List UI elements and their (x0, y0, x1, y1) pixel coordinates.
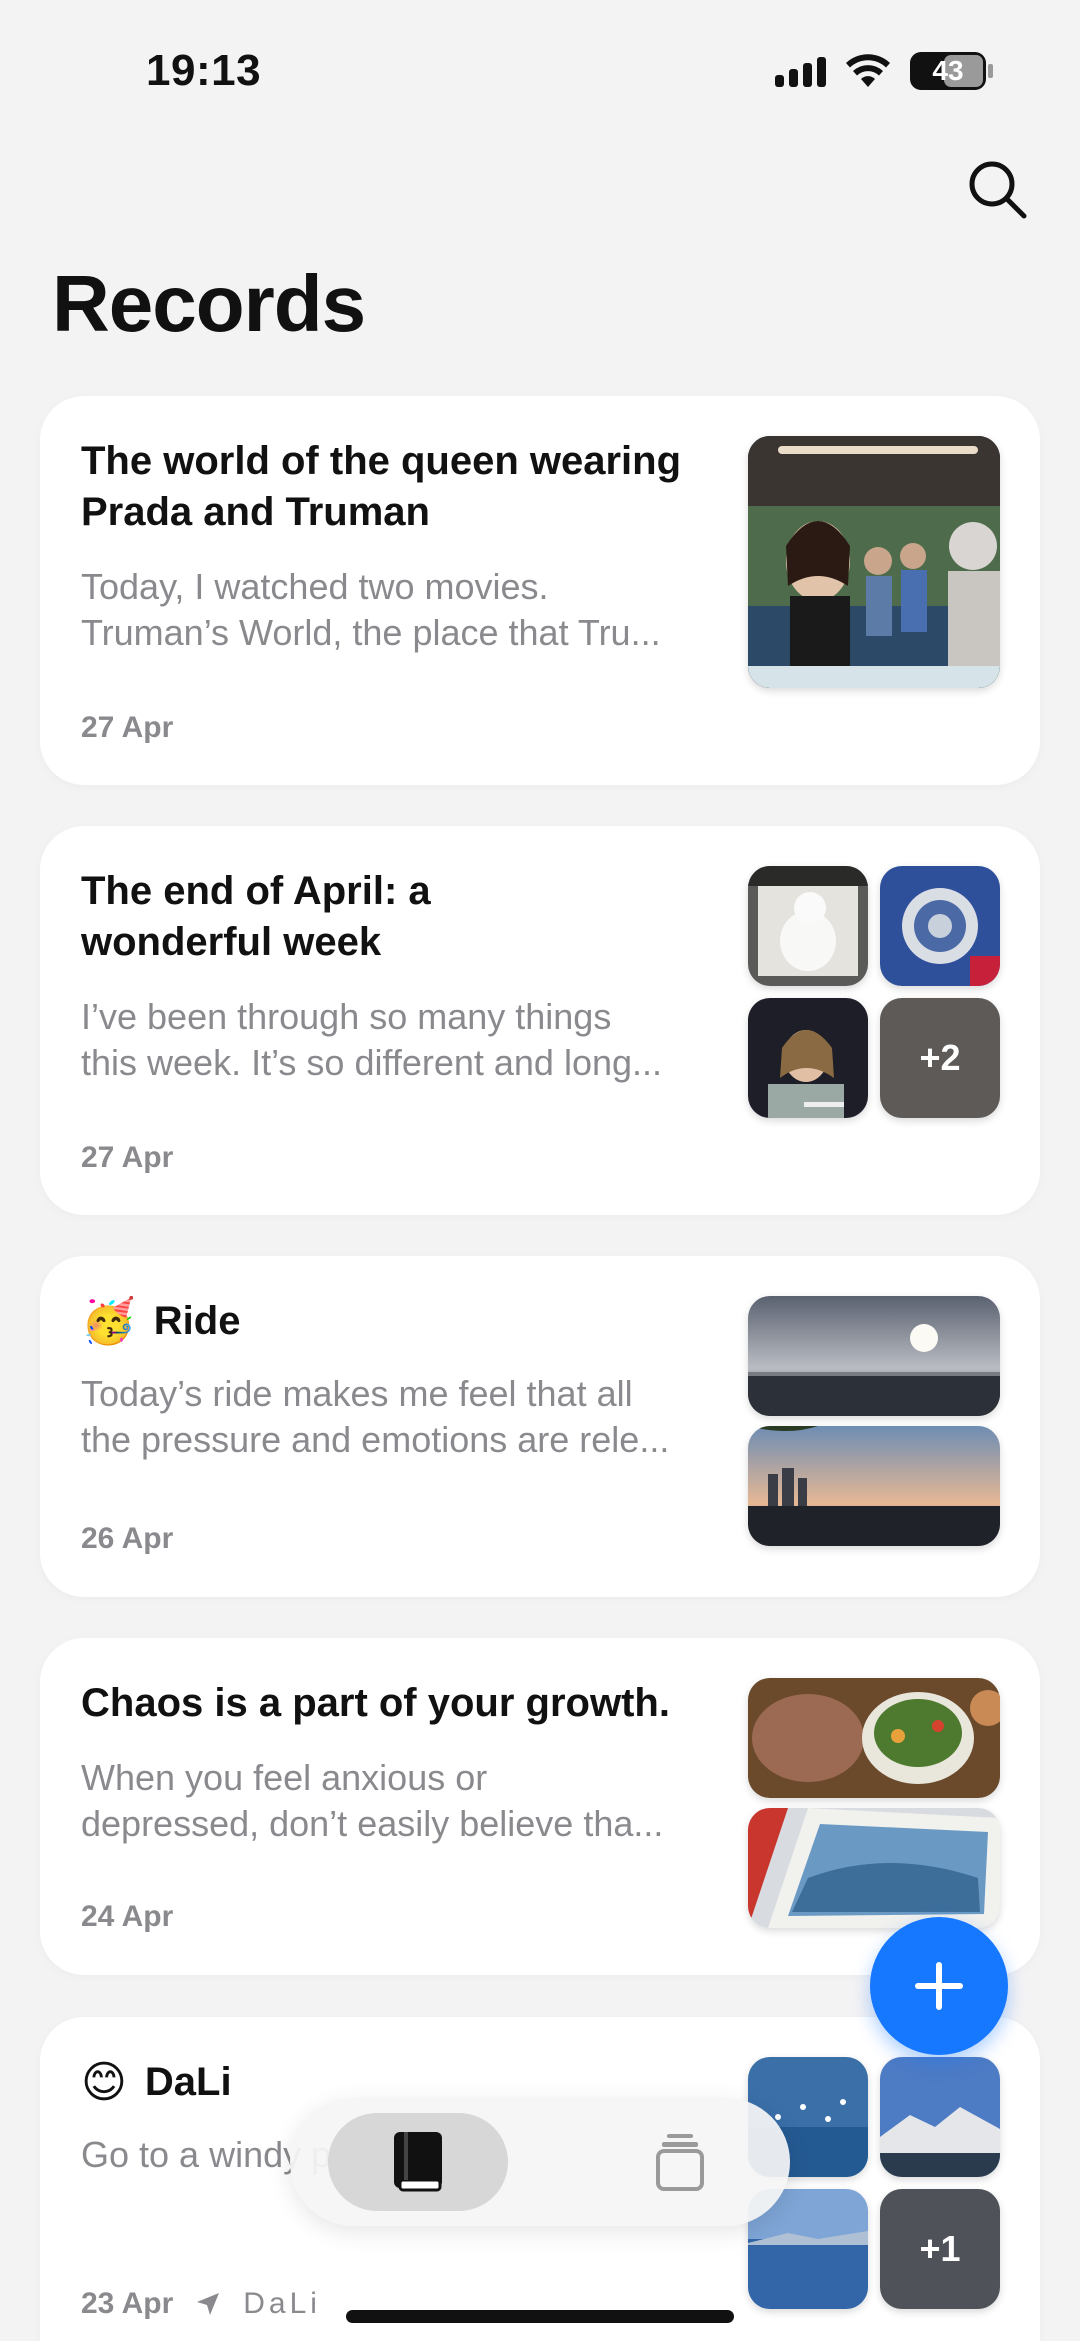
record-title: The world of the queen wearing Prada and… (81, 436, 751, 538)
record-title: Chaos is a part of your growth. (81, 1681, 670, 1725)
page-title: Records (52, 259, 366, 348)
record-title-text: Ride (153, 1299, 241, 1343)
tab-records[interactable] (328, 2113, 508, 2211)
record-card[interactable]: Chaos is a part of your growth. When you… (40, 1638, 1040, 1975)
more-photos-count: +1 (919, 2228, 961, 2269)
record-title-text: DaLi (144, 2060, 232, 2104)
record-date-text: 23 Apr (81, 2287, 174, 2320)
record-date: 27 Apr (81, 711, 174, 744)
battery-level: 43 (932, 55, 964, 86)
record-excerpt: I’ve been through so many things this we… (81, 994, 751, 1086)
record-excerpt-line: When you feel anxious or (81, 1757, 488, 1798)
add-record-button[interactable] (870, 1917, 1008, 2055)
bottom-tab-bar (290, 2098, 790, 2226)
book-icon (394, 2132, 442, 2192)
record-card[interactable]: The world of the queen wearing Prada and… (40, 396, 1040, 785)
record-excerpt: Today, I watched two movies. Truman’s Wo… (81, 564, 751, 656)
record-photo[interactable] (748, 436, 1000, 688)
tab-cards[interactable] (610, 2113, 750, 2211)
record-card[interactable]: The end of April: a wonderful week I’ve … (40, 826, 1040, 1215)
record-photo-more[interactable]: +1 (880, 2189, 1000, 2309)
record-photo[interactable] (748, 998, 868, 1118)
cellular-signal-icon (775, 55, 826, 87)
mood-emoji: 🥳 (81, 1297, 136, 1346)
plus-icon (915, 1962, 963, 2010)
record-excerpt: When you feel anxious or depressed, don’… (81, 1755, 751, 1847)
battery-icon: 43 (910, 52, 993, 90)
record-date: 27 Apr (81, 1141, 174, 1174)
record-location: DaLi (243, 2287, 321, 2320)
home-indicator (346, 2310, 734, 2323)
records-screen: 19:13 43 Records The world of the queen … (0, 0, 1080, 2341)
location-arrow-icon (197, 2293, 220, 2315)
record-excerpt-line: Truman’s World, the place that Tru... (81, 612, 661, 653)
more-photos-count: +2 (919, 1037, 961, 1078)
search-icon[interactable] (966, 158, 1028, 220)
record-excerpt-line: this week. It’s so different and long... (81, 1042, 663, 1083)
record-card[interactable]: 🥳 Ride Today’s ride makes me feel that a… (40, 1256, 1040, 1597)
record-photo[interactable] (748, 1296, 1000, 1416)
record-date: 24 Apr (81, 1900, 174, 1933)
record-excerpt-line: I’ve been through so many things (81, 996, 612, 1037)
record-title: The end of April: a wonderful week (81, 866, 751, 968)
status-time: 19:13 (146, 46, 262, 95)
record-date: 23 Apr DaLi (81, 2287, 321, 2321)
record-excerpt-line: the pressure and emotions are rele... (81, 1419, 670, 1460)
record-photo[interactable] (748, 1426, 1000, 1546)
record-title-line: Prada and Truman (81, 490, 430, 534)
mood-emoji: 😊 (81, 2058, 127, 2107)
stack-cards-icon (656, 2134, 704, 2191)
record-title-line: The world of the queen wearing (81, 439, 682, 483)
status-icons: 43 (775, 52, 993, 90)
record-excerpt: Today’s ride makes me feel that all the … (81, 1371, 751, 1463)
record-photo-more[interactable]: +2 (880, 998, 1000, 1118)
record-excerpt-line: Today’s ride makes me feel that all (81, 1373, 633, 1414)
record-date: 26 Apr (81, 1522, 174, 1555)
record-title: 🥳 Ride (81, 1296, 751, 1347)
record-title-line: The end of April: a (81, 869, 431, 913)
record-title-line: wonderful week (81, 920, 382, 964)
record-excerpt-line: Today, I watched two movies. (81, 566, 549, 607)
record-photo[interactable] (880, 2057, 1000, 2177)
record-photo[interactable] (748, 1678, 1000, 1798)
wifi-icon (846, 54, 890, 87)
record-photo[interactable] (748, 866, 868, 986)
record-excerpt-line: depressed, don’t easily believe tha... (81, 1803, 664, 1844)
record-photo[interactable] (880, 866, 1000, 986)
record-photo[interactable] (748, 1808, 1000, 1928)
